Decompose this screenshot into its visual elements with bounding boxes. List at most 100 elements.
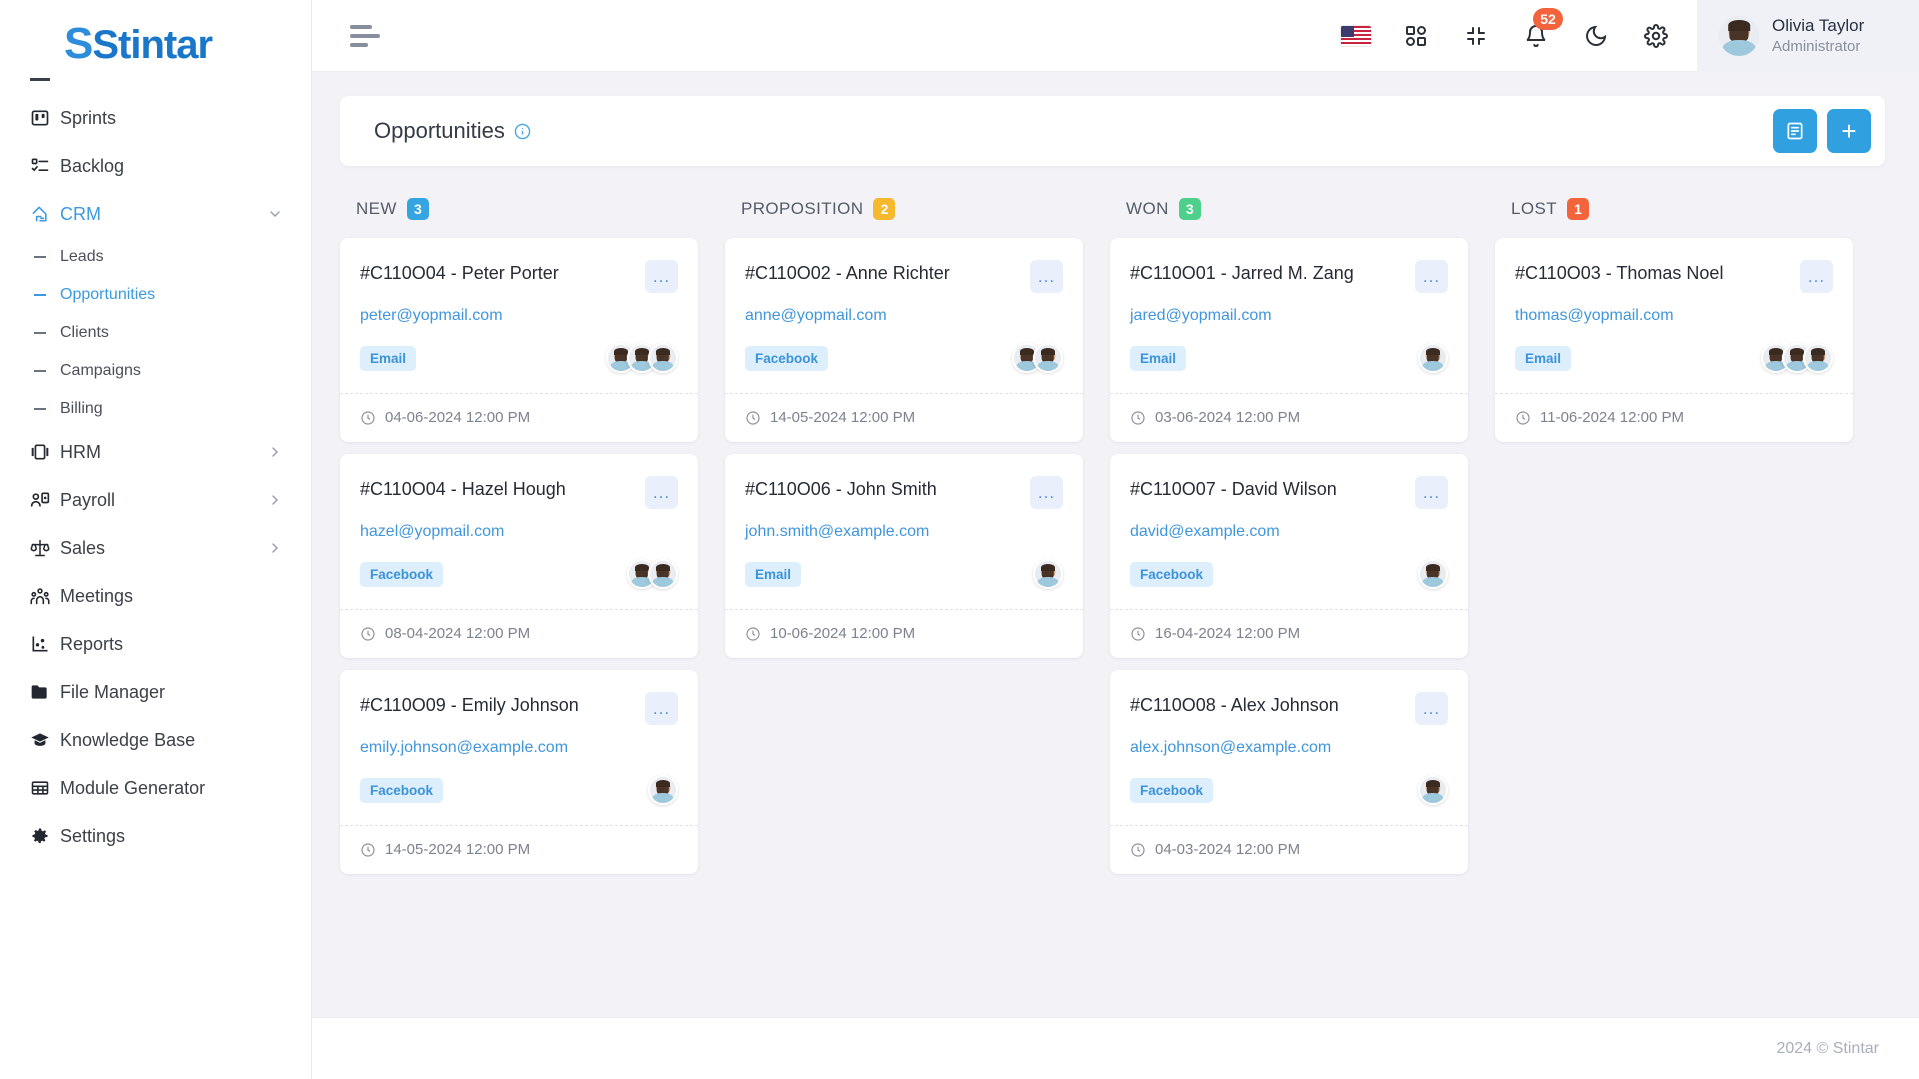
card-meta-row: Facebook — [360, 773, 678, 807]
hamburger-icon[interactable] — [350, 24, 384, 47]
sidebar-item-sales[interactable]: Sales — [0, 524, 311, 572]
add-opportunity-button[interactable]: + — [1827, 109, 1871, 153]
opportunity-card[interactable]: #C110O03 - Thomas Noel... thomas@yopmail.… — [1495, 238, 1853, 442]
opportunity-card[interactable]: #C110O04 - Peter Porter... peter@yopmail.… — [340, 238, 698, 442]
sidebar-item-crm[interactable]: CRM — [0, 190, 311, 238]
card-email-link[interactable]: david@example.com — [1130, 523, 1448, 541]
card-email-link[interactable]: john.smith@example.com — [745, 523, 1063, 541]
card-email-link[interactable]: alex.johnson@example.com — [1130, 739, 1448, 757]
card-menu-button[interactable]: ... — [1030, 476, 1063, 509]
clock-icon — [745, 626, 761, 642]
sidebar-item-backlog[interactable]: Backlog — [0, 142, 311, 190]
sidebar-item-payroll[interactable]: Payroll — [0, 476, 311, 524]
card-header: #C110O04 - Peter Porter... — [360, 260, 678, 293]
assignee-avatar-group — [627, 559, 678, 589]
assignee-avatar[interactable] — [648, 559, 678, 589]
notification-bell-icon[interactable]: 52 — [1521, 7, 1563, 51]
card-email-link[interactable]: hazel@yopmail.com — [360, 523, 678, 541]
card-menu-button[interactable]: ... — [1800, 260, 1833, 293]
sidebar: S Stintar Sprints Backlog CRM Leads Opportuni… — [0, 0, 312, 1079]
assignee-avatar[interactable] — [648, 775, 678, 805]
assignee-avatar[interactable] — [1418, 343, 1448, 373]
opportunity-card[interactable]: #C110O06 - John Smith... john.smith@examp… — [725, 454, 1083, 658]
sub-dash-icon — [34, 370, 46, 372]
brand-logo[interactable]: S Stintar — [0, 0, 311, 88]
assignee-avatar-group — [606, 343, 678, 373]
card-source-tag: Email — [1515, 345, 1572, 371]
opportunity-card[interactable]: #C110O04 - Hazel Hough... hazel@yopmail.c… — [340, 454, 698, 658]
assignee-avatar[interactable] — [1033, 343, 1063, 373]
sidebar-item-file-manager[interactable]: File Manager — [0, 668, 311, 716]
chevron-right-icon[interactable] — [267, 444, 283, 460]
chevron-down-icon[interactable] — [267, 206, 283, 222]
sidebar-item-meetings[interactable]: Meetings — [0, 572, 311, 620]
opportunity-card[interactable]: #C110O07 - David Wilson... david@example.… — [1110, 454, 1468, 658]
topbar-icons: 52 — [1341, 7, 1697, 51]
sub-dash-icon — [34, 256, 46, 258]
language-flag-icon[interactable] — [1341, 21, 1371, 51]
apps-grid-icon[interactable] — [1401, 21, 1431, 51]
sidebar-item-sprints[interactable]: Sprints — [0, 94, 311, 142]
info-circle-icon[interactable] — [514, 123, 531, 140]
opportunity-card[interactable]: #C110O09 - Emily Johnson... emily.johnson… — [340, 670, 698, 874]
assignee-avatar[interactable] — [1418, 775, 1448, 805]
assignee-avatar-group — [1418, 343, 1448, 373]
sidebar-subitem-opportunities[interactable]: Opportunities — [0, 276, 311, 314]
settings-gear-icon[interactable] — [1641, 21, 1671, 51]
opportunity-card[interactable]: #C110O01 - Jarred M. Zang... jared@yopmai… — [1110, 238, 1468, 442]
sidebar-item-hrm[interactable]: HRM — [0, 428, 311, 476]
card-header: #C110O02 - Anne Richter... — [745, 260, 1063, 293]
sidebar-item-reports[interactable]: Reports — [0, 620, 311, 668]
clock-icon — [1130, 842, 1146, 858]
sidebar-subitem-billing[interactable]: Billing — [0, 390, 311, 428]
column-count-badge: 2 — [873, 198, 896, 220]
hamburger-bar-2 — [350, 33, 380, 38]
topbar: 52 Olivia Taylor Administrator — [312, 0, 1919, 72]
card-menu-button[interactable]: ... — [645, 476, 678, 509]
sidebar-item-label: Settings — [60, 825, 126, 846]
card-source-tag: Email — [360, 345, 417, 371]
card-menu-button[interactable]: ... — [1415, 260, 1448, 293]
opportunity-card[interactable]: #C110O08 - Alex Johnson... alex.johnson@e… — [1110, 670, 1468, 874]
card-email-link[interactable]: jared@yopmail.com — [1130, 307, 1448, 325]
card-menu-button[interactable]: ... — [645, 692, 678, 725]
assignee-avatar[interactable] — [1418, 559, 1448, 589]
card-menu-button[interactable]: ... — [1030, 260, 1063, 293]
sidebar-subitem-clients[interactable]: Clients — [0, 314, 311, 352]
card-email-link[interactable]: anne@yopmail.com — [745, 307, 1063, 325]
sidebar-item-settings[interactable]: Settings — [0, 812, 311, 860]
grid-table-icon — [30, 778, 60, 798]
opportunity-card[interactable]: #C110O02 - Anne Richter... anne@yopmail.c… — [725, 238, 1083, 442]
card-source-tag: Facebook — [360, 561, 444, 587]
assignee-avatar[interactable] — [1803, 343, 1833, 373]
card-meta-row: Email — [745, 557, 1063, 591]
card-menu-button[interactable]: ... — [645, 260, 678, 293]
card-footer: 04-03-2024 12:00 PM — [1110, 825, 1468, 874]
brand-logo-mark: S — [64, 19, 93, 68]
graduation-cap-icon — [30, 730, 60, 750]
clock-icon — [360, 410, 376, 426]
dark-mode-moon-icon[interactable] — [1581, 21, 1611, 51]
card-menu-button[interactable]: ... — [1415, 476, 1448, 509]
card-email-link[interactable]: thomas@yopmail.com — [1515, 307, 1833, 325]
card-email-link[interactable]: peter@yopmail.com — [360, 307, 678, 325]
chevron-right-icon[interactable] — [267, 492, 283, 508]
list-view-button[interactable] — [1773, 109, 1817, 153]
card-meta-row: Email — [1130, 341, 1448, 375]
card-menu-button[interactable]: ... — [1415, 692, 1448, 725]
assignee-avatar-group — [648, 775, 678, 805]
sidebar-item-knowledge-base[interactable]: Knowledge Base — [0, 716, 311, 764]
card-footer: 16-04-2024 12:00 PM — [1110, 609, 1468, 658]
chevron-right-icon[interactable] — [267, 540, 283, 556]
assignee-avatar[interactable] — [1033, 559, 1063, 589]
sidebar-subitem-leads[interactable]: Leads — [0, 238, 311, 276]
clock-icon — [360, 842, 376, 858]
assignee-avatar[interactable] — [648, 343, 678, 373]
assignee-avatar-group — [1033, 559, 1063, 589]
card-title: #C110O04 - Hazel Hough — [360, 479, 566, 499]
sidebar-item-module-generator[interactable]: Module Generator — [0, 764, 311, 812]
sidebar-subitem-campaigns[interactable]: Campaigns — [0, 352, 311, 390]
card-email-link[interactable]: emily.johnson@example.com — [360, 739, 678, 757]
user-profile-menu[interactable]: Olivia Taylor Administrator — [1697, 0, 1919, 72]
fullscreen-collapse-icon[interactable] — [1461, 21, 1491, 51]
